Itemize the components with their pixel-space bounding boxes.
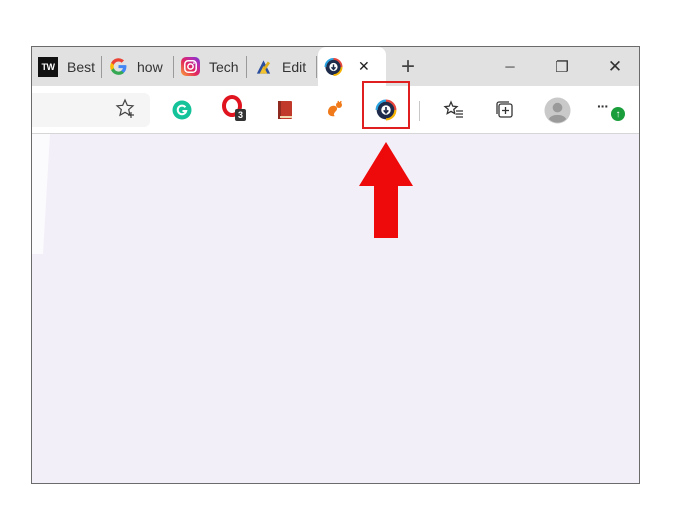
browser-window: TW Best how Tech Edit ✕ + ─ ❐ ✕ 3 ··· ↑	[31, 46, 640, 484]
squirrel-icon	[328, 100, 342, 117]
restore-icon: ❐	[555, 58, 569, 76]
tab-label: Best	[67, 58, 96, 75]
update-available-icon: ↑	[611, 107, 625, 121]
tab-label: Tech	[209, 58, 239, 75]
red-arrow-annotation	[359, 142, 413, 238]
google-icon	[109, 57, 128, 76]
favorites-button[interactable]	[441, 97, 467, 123]
book-extension[interactable]	[273, 98, 297, 122]
page-edge-shading	[32, 134, 50, 254]
opera-badge: 3	[235, 109, 247, 121]
star-add-icon	[115, 98, 135, 118]
close-icon: ✕	[607, 56, 623, 76]
tab-edit[interactable]: Edit	[247, 47, 317, 86]
tab-how[interactable]: how	[102, 47, 174, 86]
avatar	[543, 96, 571, 124]
minimize-icon: ─	[505, 59, 515, 74]
tab-label: how	[137, 58, 163, 75]
downloader-icon	[324, 57, 343, 76]
instagram-icon	[181, 57, 200, 76]
grammarly-icon	[172, 100, 192, 120]
collections-button[interactable]	[492, 97, 518, 123]
favorites-list-icon	[443, 100, 463, 118]
highlight-box	[362, 81, 410, 129]
tab-best[interactable]: TW Best	[32, 47, 102, 86]
minimize-button[interactable]: ─	[487, 47, 533, 86]
opera-extension[interactable]: 3	[220, 95, 252, 125]
favorite-star-button[interactable]	[113, 96, 139, 122]
toolbar-divider	[419, 101, 420, 121]
squirrel-extension[interactable]	[323, 97, 347, 121]
close-window-button[interactable]: ✕	[592, 47, 638, 86]
tab-tech[interactable]: Tech	[174, 47, 247, 86]
more-icon: ···	[597, 98, 609, 114]
settings-more-button[interactable]: ··· ↑	[594, 96, 628, 126]
close-tab-icon[interactable]: ✕	[358, 58, 370, 75]
profile-button[interactable]	[541, 94, 573, 126]
tab-label: Edit	[282, 58, 307, 75]
edit-icon	[254, 57, 273, 76]
tw-icon: TW	[38, 56, 58, 77]
tab-strip: TW Best how Tech Edit ✕ + ─ ❐ ✕	[32, 47, 639, 86]
grammarly-extension[interactable]	[170, 98, 194, 122]
collections-icon	[496, 101, 513, 118]
restore-button[interactable]: ❐	[539, 47, 585, 86]
plus-icon: +	[400, 52, 415, 80]
book-icon	[278, 101, 292, 119]
page-content	[32, 134, 639, 483]
toolbar: 3 ··· ↑	[32, 86, 639, 134]
